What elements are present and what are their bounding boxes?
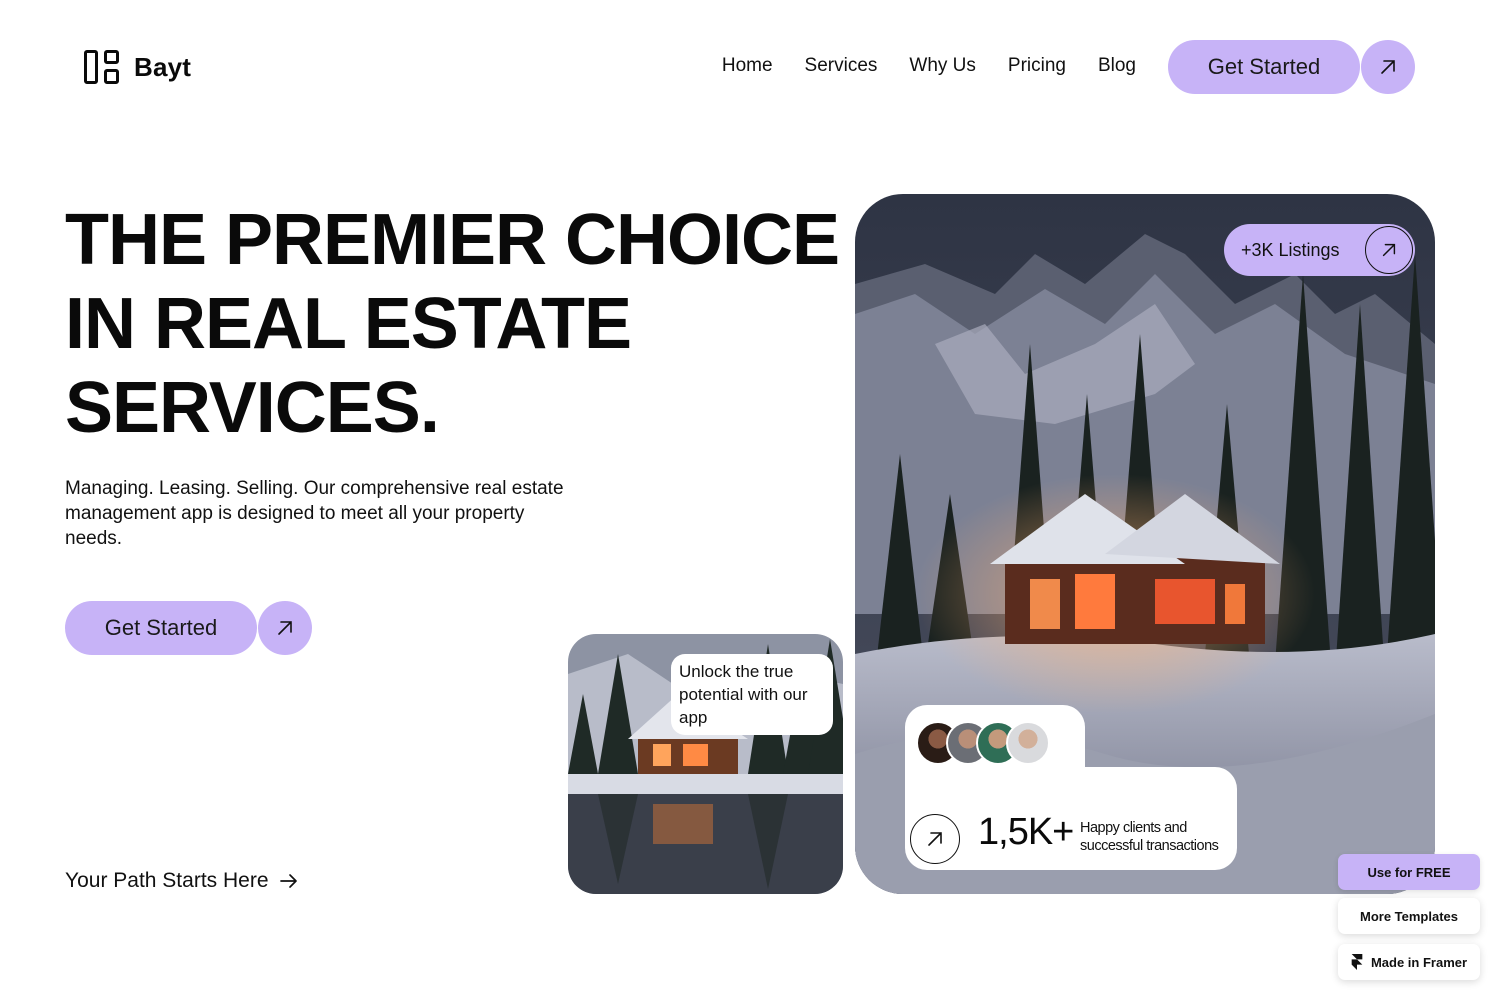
logo-icon bbox=[84, 49, 120, 85]
hero-subtitle: Managing. Leasing. Selling. Our comprehe… bbox=[65, 478, 564, 549]
app-promo-bubble: Unlock the true potential with our app bbox=[671, 654, 833, 735]
nav-services[interactable]: Services bbox=[805, 55, 878, 77]
nav-home[interactable]: Home bbox=[722, 55, 773, 77]
header-get-started-button[interactable]: Get Started bbox=[1168, 40, 1360, 94]
arrow-up-right-icon[interactable] bbox=[258, 601, 312, 655]
arrow-up-right-icon[interactable] bbox=[1361, 40, 1415, 94]
main-nav: Home Services Why Us Pricing Blog bbox=[722, 55, 1136, 77]
hero-title-line-1: THE PREMIER CHOICE bbox=[65, 200, 840, 280]
header-get-started[interactable]: Get Started bbox=[1168, 40, 1415, 94]
logo[interactable]: Bayt bbox=[84, 49, 191, 85]
path-starts-link[interactable]: Your Path Starts Here bbox=[65, 869, 299, 893]
hero-title: THE PREMIER CHOICE IN REAL ESTATE SERVIC… bbox=[65, 198, 845, 450]
hero-title-line-3: SERVICES. bbox=[65, 368, 440, 448]
hero-title-line-2: IN REAL ESTATE bbox=[65, 284, 632, 364]
nav-why-us[interactable]: Why Us bbox=[909, 55, 976, 77]
arrow-up-right-icon[interactable] bbox=[910, 814, 960, 864]
framer-icon bbox=[1351, 954, 1363, 970]
more-templates-button[interactable]: More Templates bbox=[1338, 898, 1480, 934]
avatar bbox=[1006, 721, 1050, 765]
nav-blog[interactable]: Blog bbox=[1098, 55, 1136, 77]
arrow-up-right-icon[interactable] bbox=[1365, 226, 1413, 274]
made-in-framer-badge[interactable]: Made in Framer bbox=[1338, 944, 1480, 980]
arrow-right-icon bbox=[279, 874, 297, 888]
nav-pricing[interactable]: Pricing bbox=[1008, 55, 1066, 77]
made-in-framer-label: Made in Framer bbox=[1370, 954, 1468, 970]
logo-text: Bayt bbox=[134, 51, 192, 82]
path-starts-label: Your Path Starts Here bbox=[65, 869, 269, 892]
client-avatars bbox=[916, 721, 1050, 765]
stats-label: Happy clients and successful transaction… bbox=[1080, 820, 1219, 854]
listings-badge[interactable]: +3K Listings bbox=[1224, 224, 1415, 276]
listings-label: +3K Listings bbox=[1241, 239, 1340, 260]
hero-get-started-button[interactable]: Get Started bbox=[65, 601, 257, 655]
hero-get-started[interactable]: Get Started bbox=[65, 601, 312, 655]
use-for-free-button[interactable]: Use for FREE bbox=[1338, 854, 1480, 890]
stats-value: 1,5K+ bbox=[978, 811, 1074, 853]
